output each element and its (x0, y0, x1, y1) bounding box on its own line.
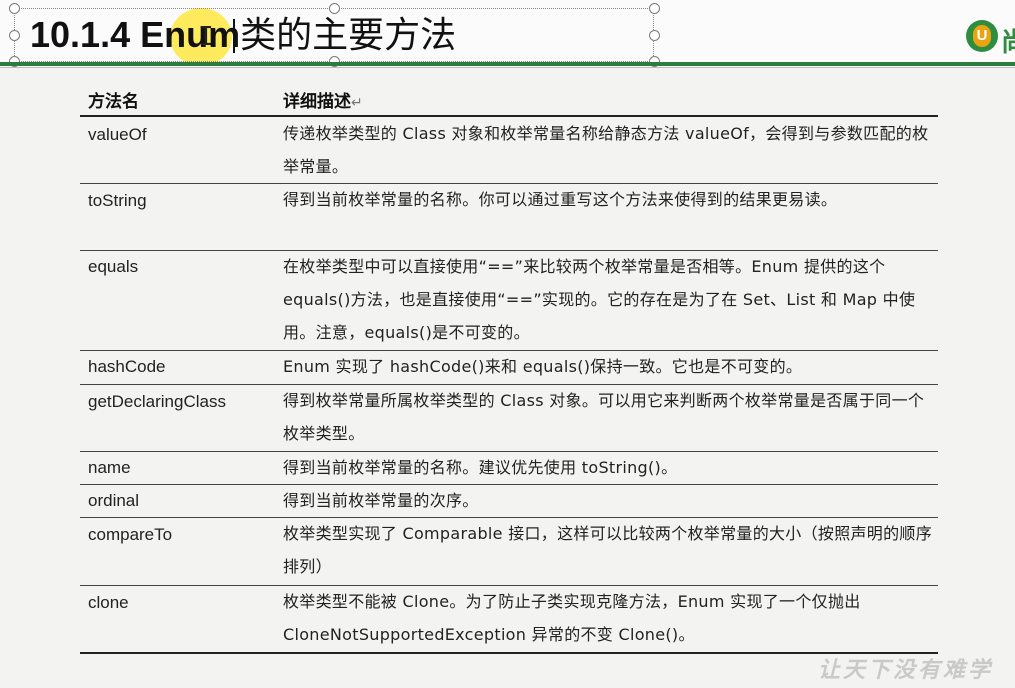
method-name-cell: toString (88, 191, 147, 210)
method-desc-cell: Enum 实现了 hashCode()来和 equals()保持一致。它也是不可… (283, 357, 803, 376)
resize-handle-top-left[interactable] (9, 3, 20, 14)
brand-logo-letter: U (973, 25, 991, 47)
method-desc-cell: 得到当前枚举常量的名称。你可以通过重写这个方法来使得到的结果更易读。 (283, 190, 838, 209)
method-name-cell: compareTo (88, 525, 173, 544)
column-header-description-label: 详细描述 (283, 92, 351, 112)
method-name-cell: equals (88, 257, 139, 276)
resize-handle-top-right[interactable] (649, 3, 660, 14)
method-desc-cell: 传递枚举类型的 Class 对象和枚举常量名称给静态方法 valueOf，会得到… (283, 124, 929, 176)
resize-handle-middle-right[interactable] (649, 30, 660, 41)
method-desc-cell: 得到当前枚举常量的名称。建议优先使用 toString()。 (283, 458, 678, 477)
method-desc-cell: 枚举类型实现了 Comparable 接口，这样可以比较两个枚举常量的大小（按照… (283, 524, 933, 576)
resize-handle-middle-left[interactable] (9, 30, 20, 41)
column-header-method-name: 方法名 (88, 92, 139, 112)
column-header-description: 详细描述↵ (283, 87, 363, 112)
method-name-cell: clone (88, 593, 129, 612)
text-caret (233, 19, 235, 53)
method-name-cell: hashCode (88, 357, 166, 376)
paragraph-mark-icon: ↵ (351, 95, 363, 111)
method-name-cell: name (88, 458, 131, 477)
ibeam-cursor-icon: I (198, 22, 214, 52)
method-desc-cell: 得到枚举常量所属枚举类型的 Class 对象。可以用它来判断两个枚举常量是否属于… (283, 391, 925, 443)
header-divider (0, 62, 1015, 66)
method-desc-cell: 在枚举类型中可以直接使用“==”来比较两个枚举常量是否相等。Enum 提供的这个… (283, 257, 916, 342)
method-name-cell: ordinal (88, 491, 140, 510)
method-desc-cell: 枚举类型不能被 Clone。为了防止子类实现克隆方法，Enum 实现了一个仅抛出… (283, 592, 861, 644)
table-rule-bottom (80, 652, 938, 654)
method-name-cell: getDeclaringClass (88, 392, 226, 411)
brand-logo-text: 尚 (1001, 28, 1015, 58)
title-suffix: 类的主要方法 (240, 15, 457, 56)
slide-title[interactable]: 10.1.4 Enum类的主要方法 (30, 12, 456, 58)
title-prefix: 10.1.4 (30, 14, 141, 55)
watermark-slogan: 让天下没有难学 (818, 658, 994, 683)
method-desc-cell: 得到当前枚举常量的次序。 (283, 491, 479, 510)
header-divider-thin (0, 67, 1015, 68)
title-code: Enum (140, 14, 241, 55)
method-name-cell: valueOf (88, 125, 147, 144)
